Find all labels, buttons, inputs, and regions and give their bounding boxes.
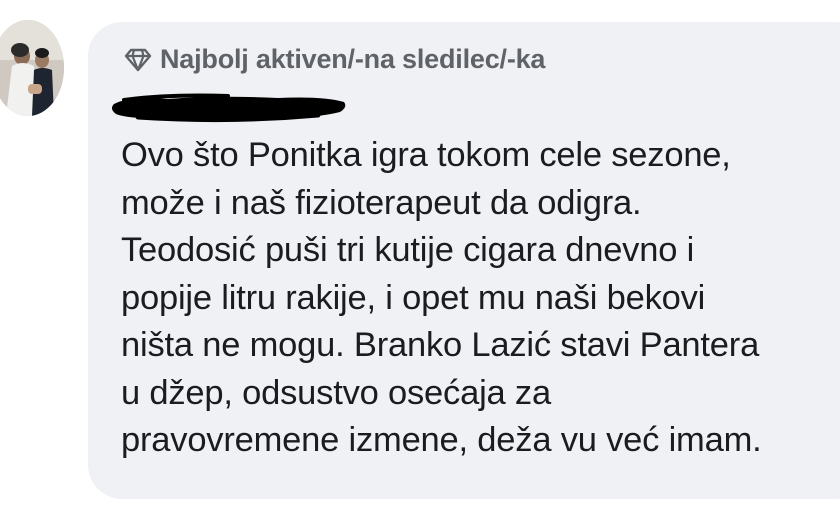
- comment-line: u džep, odsustvo osećaja za: [121, 373, 551, 412]
- redacted-author-name[interactable]: [108, 90, 348, 124]
- comment-line: može i naš fizioterapeut da odigra.: [121, 183, 642, 222]
- comment-line: pravovremene izmene, deža vu već imam.: [121, 421, 762, 459]
- comment-line: ništa ne mogu. Branko Lazić stavi Panter…: [121, 326, 760, 364]
- diamond-icon: [124, 48, 152, 72]
- comment-bubble: Najbolj aktiven/-na sledilec/-ka Ovo što…: [88, 22, 840, 499]
- avatar-photo: [0, 20, 64, 116]
- comment-line: Ovo što Ponitka igra tokom cele sezone,: [121, 136, 731, 174]
- commenter-avatar[interactable]: [0, 20, 64, 116]
- comment-line: Teodosić puši tri kutije cigara dnevno i: [121, 231, 695, 269]
- comment-line: popije litru rakije, i opet mu naši beko…: [121, 278, 706, 317]
- comment-text: Ovo što Ponitka igra tokom cele sezone, …: [121, 132, 840, 465]
- top-fan-badge[interactable]: Najbolj aktiven/-na sledilec/-ka: [124, 44, 545, 75]
- badge-label: Najbolj aktiven/-na sledilec/-ka: [160, 44, 546, 74]
